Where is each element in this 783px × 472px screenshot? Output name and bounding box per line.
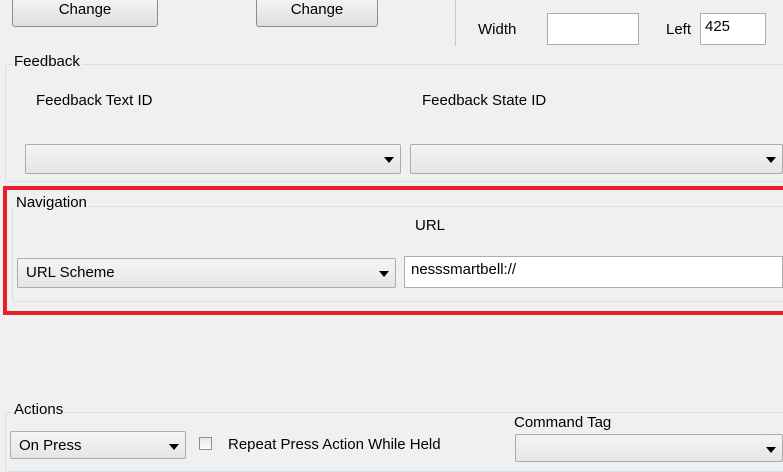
feedback-text-id-label: Feedback Text ID [36, 92, 153, 109]
chevron-down-icon [766, 447, 776, 453]
change-button-2[interactable]: Change [256, 0, 378, 27]
command-tag-dropdown[interactable] [515, 434, 783, 462]
left-label: Left [666, 21, 692, 38]
feedback-legend: Feedback [12, 53, 82, 71]
chevron-down-icon [169, 444, 179, 450]
change-button-1[interactable]: Change [12, 0, 158, 27]
actions-legend: Actions [12, 401, 66, 419]
feedback-state-id-dropdown[interactable] [410, 144, 783, 174]
repeat-press-checkbox[interactable] [199, 437, 212, 450]
action-trigger-dropdown[interactable]: On Press [10, 431, 186, 459]
feedback-state-id-label: Feedback State ID [422, 92, 547, 109]
vertical-divider [455, 0, 456, 46]
action-trigger-value: On Press [19, 437, 82, 454]
navigation-highlight [3, 186, 783, 315]
width-field[interactable] [547, 13, 639, 45]
left-field[interactable]: 425 [700, 13, 766, 45]
command-tag-label: Command Tag [514, 414, 612, 431]
chevron-down-icon [384, 157, 394, 163]
chevron-down-icon [766, 157, 776, 163]
width-label: Width [478, 21, 517, 38]
feedback-text-id-dropdown[interactable] [25, 144, 401, 174]
repeat-press-label: Repeat Press Action While Held [228, 436, 441, 453]
